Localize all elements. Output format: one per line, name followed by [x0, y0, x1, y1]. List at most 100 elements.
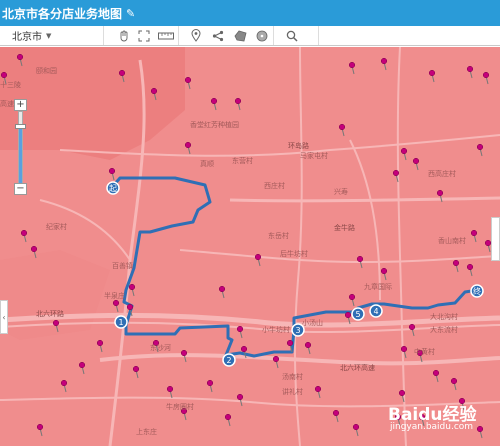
marker-icon[interactable]	[185, 26, 207, 45]
place-label: 真顺	[200, 160, 214, 168]
toolbar: 北京市 ▼	[0, 26, 500, 46]
map-pin-icon[interactable]	[128, 283, 136, 297]
map-pin-icon[interactable]	[254, 253, 262, 267]
map-pin-icon[interactable]	[184, 76, 192, 90]
place-label: 马家屯村	[300, 152, 328, 160]
map-pin-icon[interactable]	[476, 143, 484, 157]
place-label: 讲礼村	[282, 388, 303, 396]
chevron-down-icon: ▼	[46, 31, 52, 40]
route-stop-label: 4	[373, 307, 378, 316]
road-label: 环岛路	[288, 142, 309, 150]
place-label: 香堂红芳种植园	[190, 121, 239, 129]
expand-right-panel-button[interactable]	[491, 217, 500, 261]
place-label: 香山南村	[438, 237, 466, 245]
route-stop-marker[interactable]: 5	[351, 307, 365, 321]
map-pin-icon[interactable]	[450, 377, 458, 391]
place-label: 东营村	[232, 157, 253, 165]
map-pin-icon[interactable]	[482, 71, 490, 85]
map-pin-icon[interactable]	[108, 167, 116, 181]
map-pin-icon[interactable]	[36, 423, 44, 437]
place-label: 九章国际	[364, 283, 392, 291]
hand-icon[interactable]	[114, 26, 134, 45]
map-pin-icon[interactable]	[78, 361, 86, 375]
polygon-icon[interactable]	[229, 26, 251, 45]
place-label: 兴寿	[334, 188, 348, 196]
share-icon[interactable]	[207, 26, 229, 45]
map-pin-icon[interactable]	[304, 341, 312, 355]
map-pin-icon[interactable]	[210, 97, 218, 111]
place-label: 东岳村	[268, 232, 289, 240]
city-select[interactable]: 北京市 ▼	[0, 26, 104, 45]
place-label: 十三陵	[0, 81, 21, 89]
route-stop-label: 1	[118, 318, 123, 327]
map-pin-icon[interactable]	[96, 339, 104, 353]
place-label: 中黄村	[414, 348, 435, 356]
chevron-left-icon: ‹	[2, 312, 6, 322]
map-pin-icon[interactable]	[348, 293, 356, 307]
place-label: 小汤山	[302, 319, 323, 327]
map-pin-icon[interactable]	[166, 385, 174, 399]
route-stop-label: 3	[295, 326, 300, 335]
map-pin-icon[interactable]	[314, 385, 322, 399]
route-stop-label: 终	[473, 286, 481, 296]
route-stop-marker[interactable]: 终	[470, 284, 484, 298]
place-label: 颐和园	[36, 67, 57, 75]
map-canvas[interactable]: 起12354终 颐和园 十三陵 高速站 香堂红芳种植园 真顺 东营村 环岛路 西…	[0, 47, 500, 446]
place-label: 百善镇	[112, 262, 133, 270]
road-label: 金牛路	[334, 224, 355, 232]
fullscreen-icon[interactable]	[134, 26, 154, 45]
route-stop-marker[interactable]: 2	[222, 353, 236, 367]
watermark-url: jingyan.baidu.com	[390, 422, 474, 432]
map-pin-icon[interactable]	[234, 97, 242, 111]
map-pin-icon[interactable]	[412, 157, 420, 171]
edit-pencil-icon[interactable]: ✎	[126, 7, 135, 20]
map-pin-icon[interactable]	[338, 123, 346, 137]
map-pin-icon[interactable]	[428, 69, 436, 83]
map-search-input[interactable]	[318, 26, 500, 45]
place-label: 上东庄	[136, 428, 157, 436]
map-pin-icon[interactable]	[132, 365, 140, 379]
search-icon[interactable]	[280, 26, 304, 45]
page-title: 北京市各分店业务地图	[2, 6, 123, 21]
map-pin-icon[interactable]	[476, 425, 484, 439]
map-pin-icon[interactable]	[470, 229, 478, 243]
map-pin-icon[interactable]	[218, 285, 226, 299]
map-pin-icon[interactable]	[60, 379, 68, 393]
place-label: 西庄村	[264, 182, 285, 190]
circle-icon[interactable]	[251, 26, 273, 45]
route-stop-marker[interactable]: 1	[114, 315, 128, 329]
map-pin-icon[interactable]	[348, 61, 356, 75]
route-stop-marker[interactable]: 4	[369, 304, 383, 318]
map-pin-icon[interactable]	[184, 141, 192, 155]
map-pin-icon[interactable]	[400, 147, 408, 161]
title-bar: 北京市各分店业务地图 ✎	[0, 0, 500, 26]
watermark: Baidu经验 jingyan.baidu.com	[388, 400, 477, 432]
map-pin-icon[interactable]	[112, 299, 120, 313]
route-stop-marker[interactable]: 起	[106, 181, 120, 195]
map-pin-icon[interactable]	[20, 229, 28, 243]
tool-group-navigation	[114, 26, 179, 45]
city-select-value: 北京市	[12, 32, 42, 43]
map-pin-icon[interactable]	[452, 259, 460, 273]
road-label: 北六环高速	[340, 364, 375, 372]
route-stop-label: 5	[355, 310, 360, 319]
map-pin-icon[interactable]	[466, 263, 474, 277]
ruler-icon[interactable]	[154, 26, 178, 45]
expand-left-panel-button[interactable]: ‹	[0, 300, 8, 334]
map-pin-icon[interactable]	[466, 65, 474, 79]
map-pin-icon[interactable]	[432, 369, 440, 383]
map-pin-icon[interactable]	[352, 423, 360, 437]
map-pin-icon[interactable]	[332, 409, 340, 423]
map-pin-icon[interactable]	[272, 355, 280, 369]
zoom-out-button[interactable]: −	[14, 183, 27, 195]
map-pin-icon[interactable]	[206, 379, 214, 393]
map-pin-icon[interactable]	[224, 413, 232, 427]
map-layer: 起 1 2 3 5 4 终	[0, 47, 500, 446]
place-label: 西高庄村	[428, 170, 456, 178]
map-pin-icon[interactable]	[380, 57, 388, 71]
zoom-slider-handle[interactable]	[15, 123, 26, 129]
map-pin-icon[interactable]	[484, 239, 492, 253]
map-pin-icon[interactable]	[380, 267, 388, 281]
zoom-in-button[interactable]: +	[14, 99, 27, 111]
map-pin-icon[interactable]	[236, 325, 244, 339]
